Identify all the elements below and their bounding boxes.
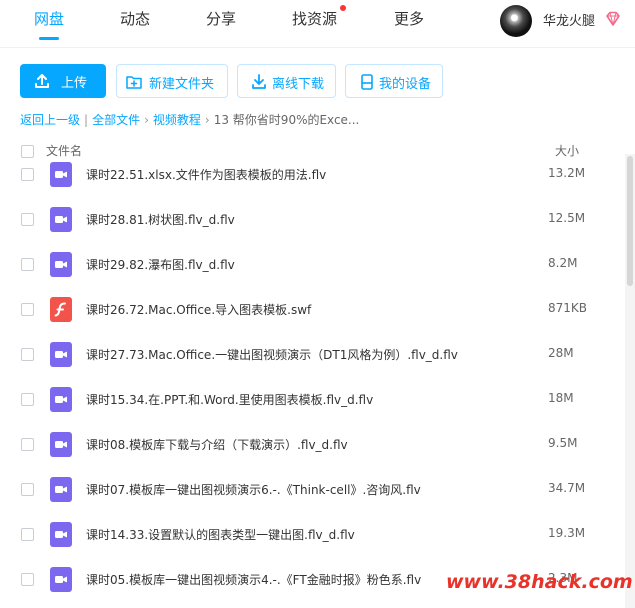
scrollbar-thumb[interactable] bbox=[627, 156, 633, 286]
file-row[interactable]: 课时07.模板库一键出图视频演示6.-.《Think-cell》.咨询风.flv… bbox=[0, 467, 622, 512]
video-file-icon bbox=[50, 342, 72, 367]
file-name[interactable]: 课时05.模板库一键出图视频演示4.-.《FT金融时报》粉色系.flv bbox=[86, 571, 421, 588]
file-row[interactable]: 课时15.34.在.PPT.和.Word.里使用图表模板.flv_d.flv 1… bbox=[0, 377, 622, 422]
row-checkbox[interactable] bbox=[21, 483, 34, 496]
file-name[interactable]: 课时08.模板库下载与介绍（下载演示）.flv_d.flv bbox=[86, 436, 348, 453]
tab-netdisk[interactable]: 网盘 bbox=[34, 8, 65, 40]
file-name[interactable]: 课时15.34.在.PPT.和.Word.里使用图表模板.flv_d.flv bbox=[86, 391, 373, 408]
file-name[interactable]: 课时28.81.树状图.flv_d.flv bbox=[86, 211, 235, 228]
row-checkbox[interactable] bbox=[21, 258, 34, 271]
upload-label: 上传 bbox=[61, 76, 88, 91]
file-row[interactable]: 课时28.81.树状图.flv_d.flv 12.5M bbox=[0, 197, 622, 242]
breadcrumb-separator-icon: › bbox=[144, 113, 149, 127]
avatar[interactable] bbox=[500, 5, 532, 37]
netdisk-app: 网盘 动态 分享 找资源 更多 华龙火腿 上传 新建文件夹 离线下载 我的设备 … bbox=[0, 0, 635, 608]
file-size: 13.2M bbox=[548, 166, 586, 180]
row-checkbox[interactable] bbox=[21, 303, 34, 316]
file-name[interactable]: 课时29.82.瀑布图.flv_d.flv bbox=[86, 256, 235, 273]
file-list: 课时22.51.xlsx.文件作为图表模板的用法.flv 13.2M 课时28.… bbox=[0, 154, 622, 608]
breadcrumb-back-link[interactable]: 返回上一级 bbox=[20, 113, 80, 127]
file-row[interactable]: 课时14.33.设置默认的图表类型一键出图.flv_d.flv 19.3M bbox=[0, 512, 622, 557]
file-size: 871KB bbox=[548, 301, 588, 315]
file-name[interactable]: 课时26.72.Mac.Office.导入图表模板.swf bbox=[86, 301, 311, 318]
video-file-icon bbox=[50, 522, 72, 547]
notification-dot bbox=[340, 5, 347, 11]
top-nav: 网盘 动态 分享 找资源 更多 华龙火腿 bbox=[0, 0, 635, 48]
file-name[interactable]: 课时27.73.Mac.Office.一键出图视频演示（DT1风格为例）.flv… bbox=[86, 346, 458, 363]
file-row[interactable]: 课时29.82.瀑布图.flv_d.flv 8.2M bbox=[0, 242, 622, 287]
new-folder-label: 新建文件夹 bbox=[149, 77, 215, 92]
download-icon bbox=[252, 74, 266, 89]
breadcrumb-video-tutorials[interactable]: 视频教程 bbox=[153, 113, 201, 127]
tab-share-label: 分享 bbox=[206, 10, 237, 28]
video-file-icon bbox=[50, 162, 72, 187]
breadcrumb-divider: | bbox=[84, 113, 89, 127]
file-name[interactable]: 课时22.51.xlsx.文件作为图表模板的用法.flv bbox=[86, 166, 326, 183]
file-size: 8.2M bbox=[548, 256, 578, 270]
file-size: 34.7M bbox=[548, 481, 586, 495]
tab-find-resources[interactable]: 找资源 bbox=[292, 5, 347, 30]
file-row[interactable]: 课时08.模板库下载与介绍（下载演示）.flv_d.flv 9.5M bbox=[0, 422, 622, 467]
video-file-icon bbox=[50, 207, 72, 232]
video-file-icon bbox=[50, 252, 72, 277]
video-file-icon bbox=[50, 477, 72, 502]
file-row[interactable]: 课时22.51.xlsx.文件作为图表模板的用法.flv 13.2M bbox=[0, 154, 622, 197]
video-file-icon bbox=[50, 387, 72, 412]
file-row[interactable]: 课时26.72.Mac.Office.导入图表模板.swf 871KB bbox=[0, 287, 622, 332]
file-name[interactable]: 课时14.33.设置默认的图表类型一键出图.flv_d.flv bbox=[86, 526, 355, 543]
vip-diamond-icon[interactable] bbox=[604, 10, 622, 28]
active-tab-indicator bbox=[39, 37, 59, 40]
tab-activity[interactable]: 动态 bbox=[120, 8, 150, 30]
row-checkbox[interactable] bbox=[21, 168, 34, 181]
file-size: 12.5M bbox=[548, 211, 586, 225]
breadcrumb-current-folder: 13 帮你省时90%的Exce... bbox=[213, 113, 360, 127]
row-checkbox[interactable] bbox=[21, 528, 34, 541]
tab-more-label: 更多 bbox=[394, 10, 425, 28]
my-devices-label: 我的设备 bbox=[379, 77, 432, 92]
row-checkbox[interactable] bbox=[21, 438, 34, 451]
upload-icon bbox=[35, 74, 49, 88]
offline-download-button[interactable]: 离线下载 bbox=[237, 64, 336, 98]
my-devices-button[interactable]: 我的设备 bbox=[345, 64, 443, 98]
video-file-icon bbox=[50, 567, 72, 592]
upload-button[interactable]: 上传 bbox=[20, 64, 106, 98]
breadcrumb-separator-icon: › bbox=[204, 113, 210, 127]
device-icon bbox=[361, 74, 373, 90]
file-size: 19.3M bbox=[548, 526, 586, 540]
tab-find-resources-label: 找资源 bbox=[292, 10, 338, 28]
flash-file-icon bbox=[50, 297, 72, 322]
row-checkbox[interactable] bbox=[21, 348, 34, 361]
offline-download-label: 离线下载 bbox=[272, 77, 325, 92]
new-folder-icon bbox=[126, 76, 142, 89]
file-size: 28M bbox=[548, 346, 574, 360]
breadcrumb-all-files[interactable]: 全部文件 bbox=[92, 113, 140, 127]
file-size: 18M bbox=[548, 391, 574, 405]
row-checkbox[interactable] bbox=[21, 573, 34, 586]
new-folder-button[interactable]: 新建文件夹 bbox=[116, 64, 228, 98]
row-checkbox[interactable] bbox=[21, 213, 34, 226]
file-row[interactable]: 课时27.73.Mac.Office.一键出图视频演示（DT1风格为例）.flv… bbox=[0, 332, 622, 377]
tab-share[interactable]: 分享 bbox=[206, 8, 236, 30]
tab-more[interactable]: 更多 bbox=[394, 8, 424, 30]
watermark: www.38hack.com bbox=[446, 571, 633, 593]
file-size: 9.5M bbox=[548, 436, 578, 450]
file-name[interactable]: 课时07.模板库一键出图视频演示6.-.《Think-cell》.咨询风.flv bbox=[86, 481, 421, 498]
breadcrumb: 返回上一级 | 全部文件 › 视频教程 › 13 帮你省时90%的Exce... bbox=[20, 111, 359, 128]
video-file-icon bbox=[50, 432, 72, 457]
tab-netdisk-label: 网盘 bbox=[34, 10, 65, 28]
tab-activity-label: 动态 bbox=[120, 10, 151, 28]
row-checkbox[interactable] bbox=[21, 393, 34, 406]
username[interactable]: 华龙火腿 bbox=[543, 10, 595, 29]
